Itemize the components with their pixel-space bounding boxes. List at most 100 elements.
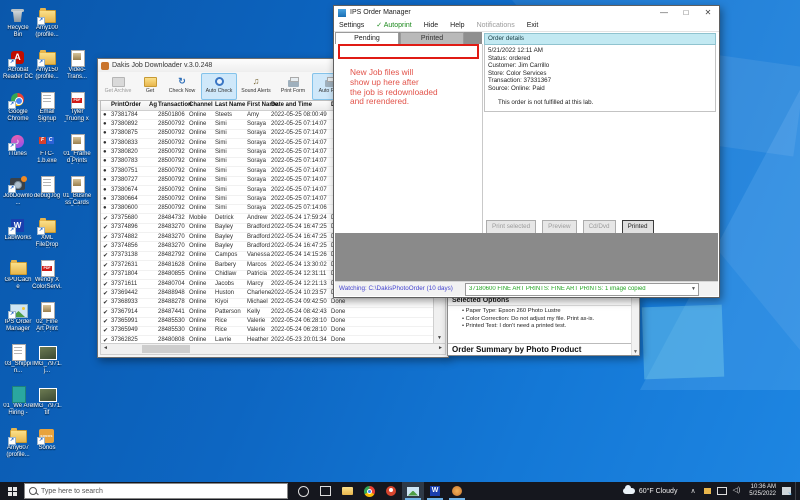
- desktop-icon-01-framed-prints-sal[interactable]: 01_Framed Prints Sal...: [62, 133, 92, 164]
- scroll-thumb[interactable]: [142, 345, 190, 353]
- sonos-icon: SONOS↗: [37, 427, 57, 444]
- taskbar-app-cortana[interactable]: [292, 482, 314, 500]
- desktop-icon-wendy-x-colorservi[interactable]: PDFWendy X ColorServi...: [32, 259, 62, 290]
- show-desktop-button[interactable]: [795, 482, 800, 500]
- close-button[interactable]: ✕: [697, 6, 719, 19]
- menu-item-help[interactable]: Help: [450, 22, 464, 29]
- menu-item-notifications[interactable]: Notifications: [477, 22, 515, 29]
- table-row[interactable]: ✔3736599128485530OnlineRiceValerie2022-0…: [101, 318, 434, 327]
- scroll-right-icon[interactable]: ►: [438, 344, 443, 353]
- desktop-icon-jobdownlo[interactable]: ↗JobDownlo...: [3, 175, 33, 206]
- maximize-button[interactable]: □: [675, 6, 697, 19]
- desktop-icon-gpucache[interactable]: GPUCache: [3, 259, 33, 290]
- button-print-selected[interactable]: Print selected: [486, 220, 536, 234]
- button-preview[interactable]: Preview: [542, 220, 576, 234]
- table-row[interactable]: ✔3736791428487441OnlinePattersonKelly202…: [101, 308, 434, 317]
- desktop-icon-acrobat-reader-dc[interactable]: A↗Acrobat Reader DC: [3, 49, 33, 80]
- cell-txn: 28488948: [158, 290, 185, 296]
- desktop-icon-debug-log[interactable]: debug.log: [32, 175, 62, 200]
- desktop-icon-ips-order-manager[interactable]: ↗IPS Order Manager: [3, 301, 33, 332]
- column-header-dt[interactable]: Date and Time: [271, 102, 312, 108]
- tray-display-icon[interactable]: [717, 487, 727, 495]
- desktop-icon-amy150-profile[interactable]: ↗Amy150 (profile...: [32, 49, 62, 80]
- toolbar-button-print-form[interactable]: Print Form: [275, 73, 311, 100]
- cell-channel: Online: [189, 187, 206, 193]
- desktop-icon-labworks[interactable]: W↗LabWorks: [3, 217, 33, 242]
- desktop-icon-01-business-cards-sal[interactable]: 01_Business Cards Sal...: [62, 175, 92, 206]
- taskbar-app-dakis[interactable]: [446, 482, 468, 500]
- table-row[interactable]: ✔3736282528480808OnlineLavrieHeather2022…: [101, 336, 434, 343]
- desktop-icon-ftc-1-b-exe[interactable]: FCFTC-1.b.exe: [32, 133, 62, 164]
- desktop-icon-email-signup-stuffer-4x6[interactable]: Email Signup Stuffer 4x6...: [32, 91, 62, 122]
- column-header-order[interactable]: PrintOrder: [111, 102, 141, 108]
- dakis-horizontal-scrollbar[interactable]: ◄ ►: [100, 343, 446, 355]
- cell-last: Simi: [215, 187, 227, 193]
- job-status-dropdown[interactable]: 37180600 FINE ART PRINTS: FINE ART PRINT…: [465, 283, 699, 296]
- tray-volume-icon[interactable]: ◁): [733, 487, 741, 495]
- taskbar-clock[interactable]: 10:36 AM 5/25/2022: [749, 484, 776, 498]
- desktop-icon-recycle-bin[interactable]: Recycle Bin: [3, 7, 33, 38]
- desktop-icon-label: 01_We Are Hiring - m...: [3, 403, 33, 416]
- scroll-down-icon[interactable]: ▼: [632, 349, 639, 355]
- taskbar-app-labworks[interactable]: W: [424, 482, 446, 500]
- column-header-ag[interactable]: Ag: [149, 102, 157, 108]
- weather-widget[interactable]: 60°F Cloudy: [623, 488, 678, 495]
- menu-item-exit[interactable]: Exit: [527, 22, 539, 29]
- taskbar-search[interactable]: Type here to search: [24, 483, 288, 499]
- menu-item-autoprint[interactable]: ✓ Autoprint: [376, 21, 411, 29]
- taskbar-app-photos[interactable]: [402, 482, 424, 500]
- desktop-icon-tyler-truong-x-color-se[interactable]: PDFTyler Truong x Color Se...: [62, 91, 92, 122]
- tab-printed[interactable]: Printed: [400, 32, 464, 44]
- toolbar-button-get-archive[interactable]: Get Archive: [100, 73, 136, 100]
- column-header-txn[interactable]: Transaction: [158, 102, 192, 108]
- desktop-icon-xml-filedrop-profile-s[interactable]: ↗XML FileDrop (profile) - S...: [32, 217, 62, 248]
- tray-alert-icon[interactable]: [704, 488, 711, 494]
- desktop-icon-img-7971-j[interactable]: IMG_7971.j...: [32, 343, 62, 374]
- taskbar-app-file-explorer[interactable]: [336, 482, 358, 500]
- taskbar-app-task-view[interactable]: [314, 482, 336, 500]
- button-printed[interactable]: Printed: [622, 220, 654, 234]
- desktop-icon-01-we-are-hiring-m[interactable]: 01_We Are Hiring - m...: [3, 385, 33, 416]
- toolbar-button-sound-alerts[interactable]: ♫Sound Alerts: [238, 73, 274, 100]
- ips-title-bar[interactable]: IPS Order Manager — □ ✕: [334, 6, 719, 19]
- cell-channel: Online: [189, 140, 206, 146]
- toolbar-button-auto-check[interactable]: Auto Check: [201, 73, 237, 100]
- cell-last: Bayley: [215, 234, 233, 240]
- cell-channel: Online: [189, 196, 206, 202]
- desktop-icon-itunes[interactable]: ♪↗iTunes: [3, 133, 33, 158]
- taskbar-app-chrome[interactable]: [358, 482, 380, 500]
- desktop-icon-sonos[interactable]: SONOS↗Sonos: [32, 427, 62, 452]
- desktop-icon-amy100-profile[interactable]: ↗Amy100 (profile...: [32, 7, 62, 38]
- desktop-icon-img-7971-tif[interactable]: IMG_7971.tif: [32, 385, 62, 416]
- taskbar-app-people[interactable]: [380, 482, 402, 500]
- folder-icon: [138, 75, 162, 88]
- table-row[interactable]: ✔3736594928485530OnlineRiceValerie2022-0…: [101, 327, 434, 336]
- minimize-button[interactable]: —: [653, 6, 675, 19]
- chevron-down-icon[interactable]: ▼: [691, 286, 696, 292]
- cell-order: 37365949: [111, 327, 138, 333]
- taskbar-tray: 60°F Cloudy ∧ ◁) 10:36 AM 5/25/2022: [623, 482, 800, 500]
- status-pending-icon: ●: [103, 177, 107, 183]
- table-row[interactable]: ✔3736893328488278OnlineKiyoiMichael2022-…: [101, 299, 434, 308]
- column-header-channel[interactable]: Channel: [189, 102, 213, 108]
- column-header-last[interactable]: Last Name: [215, 102, 245, 108]
- desktop-icon-amy607-profile[interactable]: ↗Amy607 (profile...: [3, 427, 33, 458]
- tab-pending[interactable]: Pending: [335, 32, 399, 44]
- toolbar-button-check-now[interactable]: ↻Check Now: [164, 73, 200, 100]
- tray-chevron-up-icon[interactable]: ∧: [690, 487, 695, 495]
- tray-device-icon[interactable]: [782, 487, 791, 495]
- toolbar-button-get[interactable]: Get: [137, 73, 163, 100]
- desktop-icon-video-trans[interactable]: Video-Trans...: [62, 49, 92, 80]
- desktop-icon-02-fine-art-print-sale-jpg[interactable]: 02_Fine Art Print Sale.jpg: [32, 301, 62, 332]
- menu-item-settings[interactable]: Settings: [339, 22, 364, 29]
- selected-options-list: Paper Type: Epson 260 Photo LustreColor …: [462, 308, 639, 331]
- scroll-left-icon[interactable]: ◄: [103, 344, 108, 353]
- desktop-icon-google-chrome[interactable]: ↗Google Chrome: [3, 91, 33, 122]
- desktop-icon-03-shippin[interactable]: 03_Shippin...: [3, 343, 33, 374]
- start-button[interactable]: [0, 482, 24, 500]
- scroll-down-icon[interactable]: ▼: [437, 334, 442, 343]
- menu-item-hide[interactable]: Hide: [424, 22, 438, 29]
- button-cd-dvd[interactable]: Cd/Dvd: [583, 220, 616, 234]
- order-page-scrollbar[interactable]: ▼: [631, 297, 639, 355]
- folder-icon: ↗: [37, 49, 57, 66]
